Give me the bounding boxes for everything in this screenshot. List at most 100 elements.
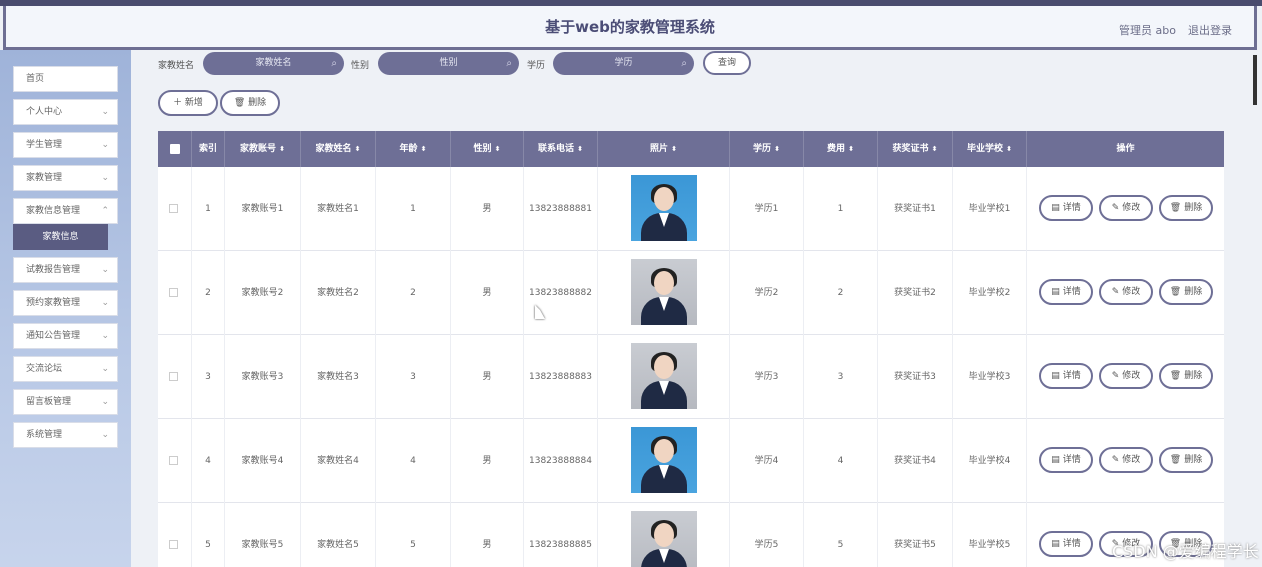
detail-button[interactable]: ▤ 详情: [1039, 447, 1093, 473]
delete-button[interactable]: 🗑 删除: [1159, 447, 1213, 473]
cell-account: 家教账号1: [225, 167, 301, 251]
tutor-photo[interactable]: [631, 511, 697, 567]
scrollbar-thumb[interactable]: [1253, 55, 1257, 105]
header-name[interactable]: 家教姓名 ⬍: [301, 131, 376, 167]
pencil-icon: ✎: [1111, 203, 1120, 213]
tutor-photo[interactable]: [631, 175, 697, 241]
sidebar-item-forum[interactable]: 交流论坛 ⌄: [13, 356, 118, 382]
search-gender-input[interactable]: 性别 ⌕: [378, 52, 519, 75]
cell-account: 家教账号3: [225, 335, 301, 419]
sidebar-item-label: 交流论坛: [26, 364, 63, 374]
header-photo[interactable]: 照片 ⬍: [598, 131, 730, 167]
detail-button[interactable]: ▤ 详情: [1039, 195, 1093, 221]
sort-icon: ⬍: [420, 145, 427, 153]
sidebar-item-messages[interactable]: 留言板管理 ⌄: [13, 389, 118, 415]
chevron-down-icon: ⌄: [101, 430, 109, 440]
tutor-photo[interactable]: [631, 427, 697, 493]
sidebar-item-trial-reports[interactable]: 试教报告管理 ⌄: [13, 257, 118, 283]
chevron-down-icon: ⌄: [101, 265, 109, 275]
cell-index: 4: [192, 419, 225, 503]
cell-name: 家教姓名4: [301, 419, 376, 503]
sidebar-item-tutor-info[interactable]: 家教信息管理 ⌃: [13, 198, 118, 224]
edit-button[interactable]: ✎ 修改: [1099, 447, 1153, 473]
header-school[interactable]: 毕业学校 ⬍: [953, 131, 1027, 167]
bulk-delete-button[interactable]: 🗑 删除: [220, 90, 280, 116]
detail-button[interactable]: ▤ 详情: [1039, 363, 1093, 389]
chevron-down-icon: ⌄: [101, 140, 109, 150]
sidebar-item-tutors[interactable]: 家教管理 ⌄: [13, 165, 118, 191]
header-certificate[interactable]: 获奖证书 ⬍: [878, 131, 953, 167]
edit-button[interactable]: ✎ 修改: [1099, 195, 1153, 221]
edit-button[interactable]: ✎ 修改: [1099, 279, 1153, 305]
sidebar-item-label: 学生管理: [26, 140, 63, 150]
search-edu-label: 学历: [527, 61, 546, 71]
delete-button[interactable]: 🗑 删除: [1159, 195, 1213, 221]
header-age[interactable]: 年龄 ⬍: [376, 131, 451, 167]
chevron-down-icon: ⌄: [101, 331, 109, 341]
cell-certificate: 获奖证书2: [878, 251, 953, 335]
delete-button[interactable]: 🗑 删除: [1159, 279, 1213, 305]
trash-icon: 🗑: [1169, 203, 1182, 213]
detail-button[interactable]: ▤ 详情: [1039, 531, 1093, 557]
select-all-checkbox[interactable]: [170, 144, 180, 154]
cell-certificate: 获奖证书1: [878, 167, 953, 251]
trash-icon: 🗑: [233, 98, 246, 108]
header-education[interactable]: 学历 ⬍: [730, 131, 804, 167]
header-account[interactable]: 家教账号 ⬍: [225, 131, 301, 167]
cell-fee: 1: [804, 167, 878, 251]
chevron-down-icon: ⌄: [101, 397, 109, 407]
search-name-label: 家教姓名: [158, 61, 195, 71]
delete-button[interactable]: 🗑 删除: [1159, 363, 1213, 389]
cell-phone: 13823888885: [524, 503, 598, 567]
edit-button[interactable]: ✎ 修改: [1099, 363, 1153, 389]
table-row: 4 家教账号4 家教姓名4 4 男 13823888884 学历4 4 获奖证书4 毕业学校4 ▤ 详…: [158, 419, 1224, 503]
row-checkbox[interactable]: [169, 540, 178, 549]
document-icon: ▤: [1051, 539, 1060, 549]
sort-icon: ⬍: [1006, 145, 1012, 153]
cell-index: 5: [192, 503, 225, 567]
document-icon: ▤: [1051, 455, 1060, 465]
sidebar-item-label: 家教信息管理: [26, 206, 81, 216]
row-checkbox[interactable]: [169, 372, 178, 381]
search-edu-input[interactable]: 学历 ⌕: [553, 52, 694, 75]
pencil-icon: ✎: [1111, 287, 1120, 297]
cell-education: 学历3: [730, 335, 804, 419]
trash-icon: 🗑: [1169, 371, 1182, 381]
sidebar-item-students[interactable]: 学生管理 ⌄: [13, 132, 118, 158]
cell-gender: 男: [451, 167, 524, 251]
pencil-icon: ✎: [1111, 371, 1120, 381]
header-gender[interactable]: 性别 ⬍: [451, 131, 524, 167]
chevron-up-icon: ⌃: [101, 206, 109, 216]
sidebar-item-bookings[interactable]: 预约家教管理 ⌄: [13, 290, 118, 316]
query-button[interactable]: 查询: [703, 51, 751, 75]
sort-icon: ⬍: [931, 145, 938, 153]
search-name-input[interactable]: 家教姓名 ⌕: [203, 52, 344, 75]
row-checkbox[interactable]: [169, 456, 178, 465]
sidebar-item-profile[interactable]: 个人中心 ⌄: [13, 99, 118, 125]
sidebar-item-notices[interactable]: 通知公告管理 ⌄: [13, 323, 118, 349]
sidebar-item-home[interactable]: 首页: [13, 66, 118, 92]
sort-icon: ⬍: [279, 145, 285, 153]
cell-education: 学历4: [730, 419, 804, 503]
logout-link[interactable]: 退出登录: [1188, 22, 1232, 38]
header-select-all[interactable]: [158, 131, 192, 167]
cell-select: [158, 419, 192, 503]
submenu-item-tutor-info[interactable]: 家教信息: [13, 224, 108, 250]
sidebar-item-system[interactable]: 系统管理 ⌄: [13, 422, 118, 448]
row-checkbox[interactable]: [169, 288, 178, 297]
cell-phone: 13823888881: [524, 167, 598, 251]
header-phone[interactable]: 联系电话 ⬍: [524, 131, 598, 167]
cell-phone: 13823888882: [524, 251, 598, 335]
document-icon: ▤: [1051, 371, 1060, 381]
add-button[interactable]: ＋ 新增: [158, 90, 218, 116]
tutor-photo[interactable]: [631, 259, 697, 325]
header-fee[interactable]: 费用 ⬍: [804, 131, 878, 167]
edit-button-label: 修改: [1122, 203, 1141, 213]
detail-button[interactable]: ▤ 详情: [1039, 279, 1093, 305]
header-index: 索引: [192, 131, 225, 167]
table-row: 3 家教账号3 家教姓名3 3 男 13823888883 学历3 3 获奖证书3 毕业学校3 ▤ 详…: [158, 335, 1224, 419]
sidebar-item-label: 留言板管理: [26, 397, 72, 407]
tutor-photo[interactable]: [631, 343, 697, 409]
row-checkbox[interactable]: [169, 204, 178, 213]
sort-icon: ⬍: [774, 145, 780, 153]
